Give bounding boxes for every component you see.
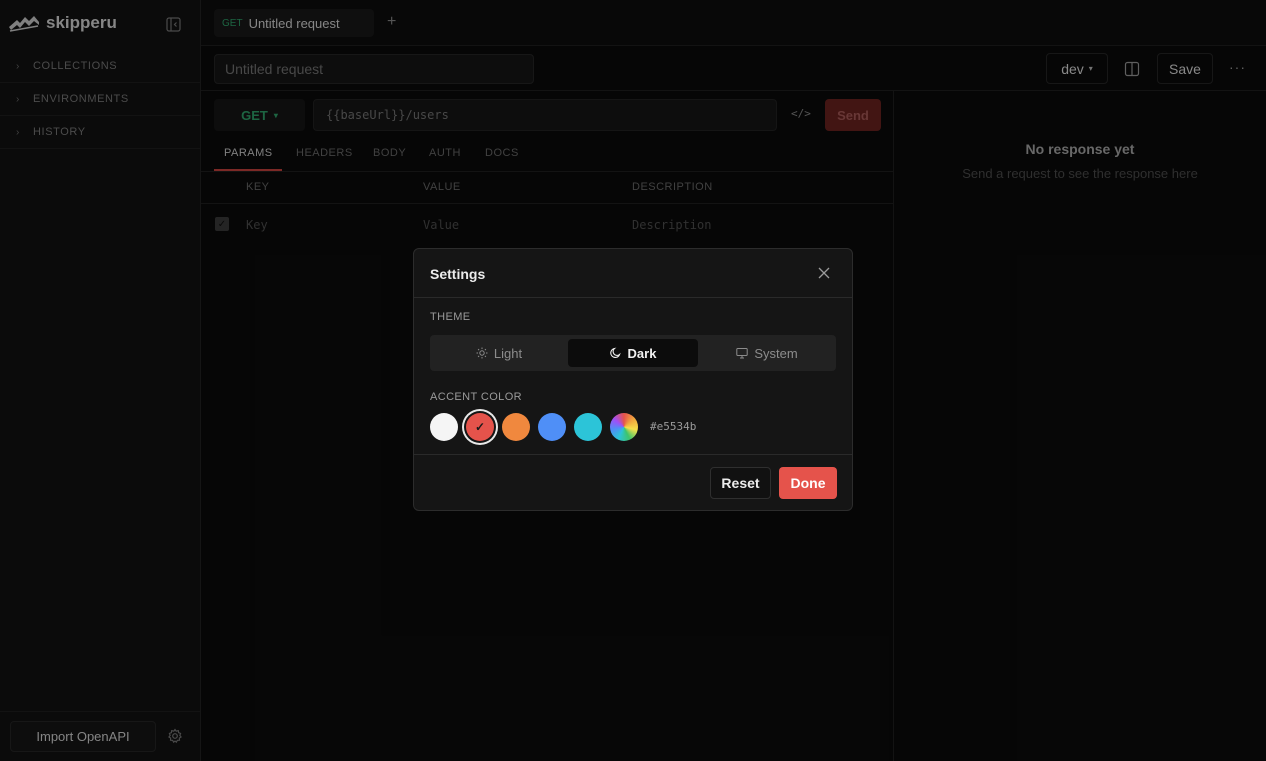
done-button[interactable]: Done bbox=[779, 467, 837, 499]
dialog-title: Settings bbox=[430, 266, 486, 282]
accent-swatch-cyan[interactable] bbox=[574, 413, 602, 441]
accent-color-label: ACCENT COLOR bbox=[430, 391, 522, 403]
accent-swatch-red[interactable]: ✓ bbox=[466, 413, 494, 441]
accent-swatch-white[interactable] bbox=[430, 413, 458, 441]
theme-option-label: System bbox=[754, 345, 798, 361]
theme-label: THEME bbox=[430, 311, 471, 323]
settings-dialog: Settings THEME Light Dark System ACCENT … bbox=[413, 248, 853, 511]
monitor-icon bbox=[736, 348, 749, 359]
theme-option-system[interactable]: System bbox=[702, 339, 832, 367]
moon-icon bbox=[609, 347, 621, 358]
accent-hex-value: #e5534b bbox=[650, 420, 697, 433]
reset-button[interactable]: Reset bbox=[710, 467, 771, 499]
theme-option-label: Dark bbox=[627, 345, 657, 361]
accent-swatch-custom[interactable] bbox=[610, 413, 638, 441]
dialog-footer: Reset Done bbox=[414, 454, 852, 510]
theme-option-label: Light bbox=[493, 345, 523, 361]
theme-selector: Light Dark System bbox=[430, 335, 836, 371]
close-icon[interactable] bbox=[818, 267, 830, 279]
check-icon: ✓ bbox=[474, 420, 486, 434]
accent-swatch-blue[interactable] bbox=[538, 413, 566, 441]
theme-option-dark[interactable]: Dark bbox=[568, 339, 698, 367]
accent-swatch-orange[interactable] bbox=[502, 413, 530, 441]
theme-option-light[interactable]: Light bbox=[434, 339, 564, 367]
dialog-header: Settings bbox=[414, 249, 852, 298]
sun-icon bbox=[476, 347, 488, 359]
